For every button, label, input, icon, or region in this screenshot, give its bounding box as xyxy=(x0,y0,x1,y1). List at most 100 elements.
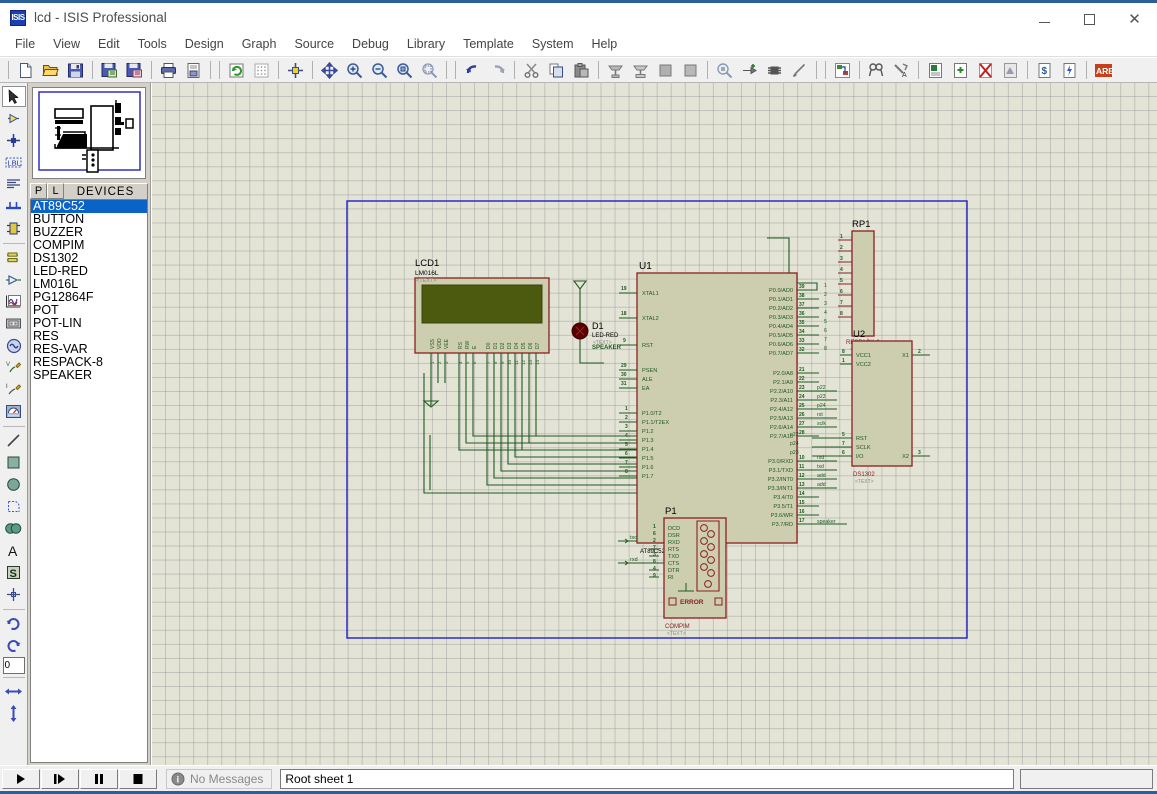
closed-path-tool-icon[interactable] xyxy=(2,518,26,539)
zoom-in-icon[interactable] xyxy=(343,59,366,81)
make-device-icon[interactable] xyxy=(738,59,761,81)
component-p1-compim[interactable]: P1 COMPIM <TEXT> DCDDSRRXD RTSTXDCTS DTR… xyxy=(618,506,727,637)
subcircuit-icon[interactable] xyxy=(2,218,26,239)
origin-icon[interactable] xyxy=(284,59,307,81)
marker-tool-icon[interactable] xyxy=(2,584,26,605)
menu-help[interactable]: Help xyxy=(583,34,627,54)
copy-icon[interactable] xyxy=(545,59,568,81)
virtual-instrument-icon[interactable] xyxy=(2,401,26,422)
block-move-icon[interactable] xyxy=(629,59,652,81)
packaging-tool-icon[interactable] xyxy=(763,59,786,81)
simulation-pause-button[interactable] xyxy=(80,768,118,789)
decompose-icon[interactable] xyxy=(788,59,811,81)
print-area-icon[interactable] xyxy=(182,59,205,81)
junction-dot-icon[interactable] xyxy=(2,130,26,151)
sheet-hierarchy-icon[interactable] xyxy=(999,59,1022,81)
refresh-icon[interactable] xyxy=(225,59,248,81)
text-script-icon[interactable] xyxy=(2,174,26,195)
bill-of-materials-icon[interactable]: $ xyxy=(1033,59,1056,81)
open-file-icon[interactable] xyxy=(39,59,62,81)
generator-mode-icon[interactable] xyxy=(2,335,26,356)
overview-preview[interactable] xyxy=(32,87,146,179)
circle-tool-icon[interactable] xyxy=(2,474,26,495)
print-icon[interactable] xyxy=(157,59,180,81)
toggle-grid-icon[interactable] xyxy=(250,59,273,81)
simulation-play-button[interactable] xyxy=(2,768,40,789)
menu-system[interactable]: System xyxy=(523,34,583,54)
svg-text:33: 33 xyxy=(799,338,805,344)
text-tool-icon[interactable]: A xyxy=(2,540,26,561)
save-file-icon[interactable] xyxy=(64,59,87,81)
menu-design[interactable]: Design xyxy=(176,34,233,54)
bus-mode-icon[interactable] xyxy=(2,196,26,217)
rotate-anticlockwise-icon[interactable] xyxy=(2,635,26,656)
line-tool-icon[interactable] xyxy=(2,430,26,451)
terminals-mode-icon[interactable] xyxy=(2,247,26,268)
schematic-canvas[interactable]: LCD1 LM016L <TEXT> VSS VDD VEE RS RW E D0 D1 D… xyxy=(151,83,1157,765)
menu-debug[interactable]: Debug xyxy=(343,34,398,54)
schematic-drawing[interactable]: LCD1 LM016L <TEXT> VSS VDD VEE RS RW E D0 D1 D… xyxy=(152,83,1157,765)
block-copy-icon[interactable] xyxy=(604,59,627,81)
new-file-icon[interactable] xyxy=(14,59,37,81)
pan-icon[interactable] xyxy=(318,59,341,81)
menu-file[interactable]: File xyxy=(6,34,44,54)
menu-view[interactable]: View xyxy=(44,34,89,54)
zoom-sheet-icon[interactable] xyxy=(393,59,416,81)
import-section-icon[interactable] xyxy=(98,59,121,81)
property-assign-icon[interactable] xyxy=(865,59,888,81)
maximize-button[interactable] xyxy=(1067,3,1112,35)
voltage-probe-icon[interactable]: V xyxy=(2,357,26,378)
graph-mode-icon[interactable] xyxy=(2,291,26,312)
devices-list[interactable]: AT89C52 BUTTON BUZZER COMPIM DS1302 LED-… xyxy=(30,199,148,763)
tape-recorder-icon[interactable] xyxy=(2,313,26,334)
device-pin-icon[interactable] xyxy=(2,269,26,290)
minimize-button[interactable] xyxy=(1022,3,1067,35)
paste-icon[interactable] xyxy=(570,59,593,81)
export-section-icon[interactable] xyxy=(123,59,146,81)
exit-sheet-icon[interactable] xyxy=(974,59,997,81)
wire-label-mode-icon[interactable]: LBL xyxy=(2,152,26,173)
device-item-speaker[interactable]: SPEAKER xyxy=(31,369,147,382)
component-mode-icon[interactable] xyxy=(2,108,26,129)
cut-icon[interactable] xyxy=(520,59,543,81)
zoom-out-icon[interactable] xyxy=(368,59,391,81)
current-probe-icon[interactable]: I xyxy=(2,379,26,400)
block-rotate-icon[interactable] xyxy=(654,59,677,81)
new-sheet-icon[interactable] xyxy=(924,59,947,81)
menu-library[interactable]: Library xyxy=(398,34,454,54)
selection-mode-icon[interactable] xyxy=(1,86,26,107)
component-u2-ds1302[interactable]: U2 DS1302 <TEXT> VCC1 VCC2 RST SCLK I/O X1 X… xyxy=(790,329,921,485)
menu-template[interactable]: Template xyxy=(454,34,523,54)
mirror-vertical-icon[interactable] xyxy=(2,703,26,724)
simulation-step-button[interactable] xyxy=(41,768,79,789)
zoom-area-icon[interactable] xyxy=(418,59,441,81)
ares-netlist-icon[interactable]: ARES xyxy=(1092,59,1115,81)
rotate-clockwise-icon[interactable] xyxy=(2,613,26,634)
remove-sheet-icon[interactable] xyxy=(949,59,972,81)
box-tool-icon[interactable] xyxy=(2,452,26,473)
svg-text:P1.0/T2: P1.0/T2 xyxy=(642,411,662,417)
menu-source[interactable]: Source xyxy=(285,34,343,54)
devices-tab-p[interactable]: P xyxy=(30,183,47,199)
menu-tools[interactable]: Tools xyxy=(129,34,176,54)
symbol-tool-icon[interactable]: S xyxy=(2,562,26,583)
electrical-rule-check-icon[interactable] xyxy=(1058,59,1081,81)
menu-graph[interactable]: Graph xyxy=(233,34,286,54)
devices-tab-l[interactable]: L xyxy=(47,183,64,199)
arc-tool-icon[interactable] xyxy=(2,496,26,517)
component-u1-mcu[interactable]: U1 AT89C52 XTAL1XTAL2RST PSENALEEA P1.0/… xyxy=(621,261,836,555)
menu-bar: File View Edit Tools Design Graph Source… xyxy=(0,32,1157,57)
menu-edit[interactable]: Edit xyxy=(89,34,129,54)
mirror-horizontal-icon[interactable] xyxy=(2,681,26,702)
close-button[interactable]: ✕ xyxy=(1112,3,1157,35)
simulation-stop-button[interactable] xyxy=(119,768,157,789)
svg-text:36: 36 xyxy=(799,311,805,317)
wire-label-icon[interactable] xyxy=(831,59,854,81)
undo-icon[interactable] xyxy=(461,59,484,81)
redo-icon[interactable] xyxy=(486,59,509,81)
sheet-name-field[interactable]: Root sheet 1 xyxy=(280,768,1014,789)
rotation-value-input[interactable]: 0 xyxy=(2,657,25,674)
pick-device-icon[interactable] xyxy=(713,59,736,81)
block-delete-icon[interactable] xyxy=(679,59,702,81)
design-explorer-icon[interactable]: A xyxy=(890,59,913,81)
